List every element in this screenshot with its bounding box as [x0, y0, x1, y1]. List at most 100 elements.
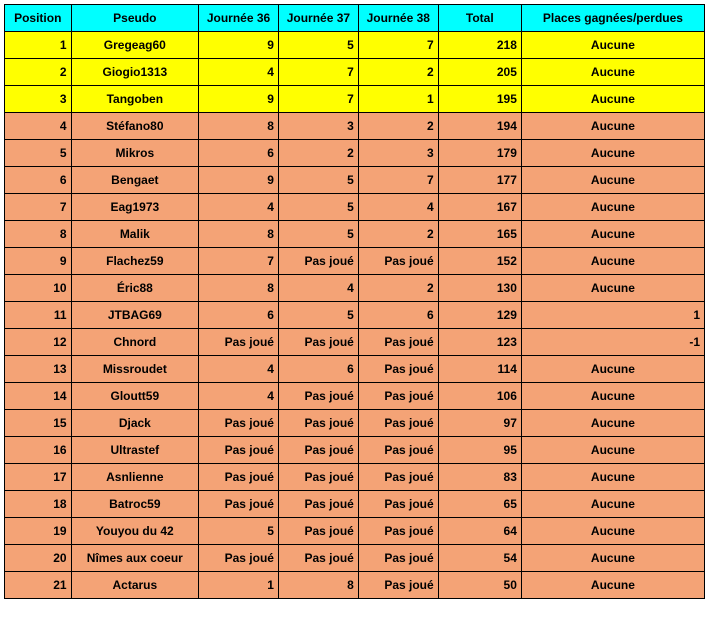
cell-total: 218 — [438, 32, 521, 59]
cell-j36: Pas joué — [199, 437, 279, 464]
cell-j36: 4 — [199, 356, 279, 383]
cell-j36: 1 — [199, 572, 279, 599]
cell-pseudo: Giogio1313 — [71, 59, 199, 86]
cell-j38: Pas joué — [358, 545, 438, 572]
cell-j37: 8 — [278, 572, 358, 599]
cell-j36: 4 — [199, 59, 279, 86]
header-j36: Journée 36 — [199, 5, 279, 32]
cell-places: Aucune — [521, 491, 704, 518]
cell-position: 17 — [5, 464, 72, 491]
cell-j38: Pas joué — [358, 572, 438, 599]
cell-j36: Pas joué — [199, 464, 279, 491]
cell-j38: Pas joué — [358, 248, 438, 275]
table-row: 10Éric88842130Aucune — [5, 275, 705, 302]
cell-places: Aucune — [521, 86, 704, 113]
cell-total: 123 — [438, 329, 521, 356]
cell-j37: Pas joué — [278, 464, 358, 491]
cell-total: 65 — [438, 491, 521, 518]
cell-position: 13 — [5, 356, 72, 383]
cell-j38: 2 — [358, 275, 438, 302]
cell-pseudo: Chnord — [71, 329, 199, 356]
table-row: 17AsnliennePas jouéPas jouéPas joué83Auc… — [5, 464, 705, 491]
cell-j38: 2 — [358, 59, 438, 86]
table-row: 9Flachez597Pas jouéPas joué152Aucune — [5, 248, 705, 275]
table-row: 5Mikros623179Aucune — [5, 140, 705, 167]
cell-j37: 6 — [278, 356, 358, 383]
cell-position: 4 — [5, 113, 72, 140]
cell-total: 167 — [438, 194, 521, 221]
cell-places: Aucune — [521, 275, 704, 302]
cell-total: 97 — [438, 410, 521, 437]
cell-places: Aucune — [521, 113, 704, 140]
cell-j38: 7 — [358, 32, 438, 59]
cell-total: 106 — [438, 383, 521, 410]
cell-j38: Pas joué — [358, 383, 438, 410]
cell-j36: 4 — [199, 194, 279, 221]
cell-position: 1 — [5, 32, 72, 59]
cell-places: Aucune — [521, 248, 704, 275]
cell-j37: Pas joué — [278, 383, 358, 410]
cell-pseudo: Youyou du 42 — [71, 518, 199, 545]
cell-position: 10 — [5, 275, 72, 302]
cell-total: 130 — [438, 275, 521, 302]
cell-j37: Pas joué — [278, 491, 358, 518]
cell-pseudo: Nîmes aux coeur — [71, 545, 199, 572]
cell-j37: 5 — [278, 32, 358, 59]
cell-pseudo: Bengaet — [71, 167, 199, 194]
cell-places: Aucune — [521, 140, 704, 167]
cell-total: 205 — [438, 59, 521, 86]
cell-j37: 5 — [278, 221, 358, 248]
cell-places: Aucune — [521, 32, 704, 59]
cell-position: 9 — [5, 248, 72, 275]
cell-position: 11 — [5, 302, 72, 329]
cell-j36: 8 — [199, 113, 279, 140]
table-row: 16UltrastefPas jouéPas jouéPas joué95Auc… — [5, 437, 705, 464]
cell-j37: Pas joué — [278, 437, 358, 464]
cell-total: 95 — [438, 437, 521, 464]
cell-total: 114 — [438, 356, 521, 383]
cell-j37: 7 — [278, 86, 358, 113]
table-row: 15DjackPas jouéPas jouéPas joué97Aucune — [5, 410, 705, 437]
table-row: 7Eag1973454167Aucune — [5, 194, 705, 221]
cell-total: 64 — [438, 518, 521, 545]
header-j38: Journée 38 — [358, 5, 438, 32]
table-row: 12ChnordPas jouéPas jouéPas joué123-1 — [5, 329, 705, 356]
cell-j36: 9 — [199, 167, 279, 194]
cell-position: 12 — [5, 329, 72, 356]
table-row: 18Batroc59Pas jouéPas jouéPas joué65Aucu… — [5, 491, 705, 518]
cell-places: 1 — [521, 302, 704, 329]
cell-pseudo: Asnlienne — [71, 464, 199, 491]
cell-j37: Pas joué — [278, 329, 358, 356]
header-position: Position — [5, 5, 72, 32]
cell-total: 129 — [438, 302, 521, 329]
cell-pseudo: Ultrastef — [71, 437, 199, 464]
cell-places: Aucune — [521, 59, 704, 86]
cell-pseudo: Missroudet — [71, 356, 199, 383]
cell-total: 83 — [438, 464, 521, 491]
cell-position: 18 — [5, 491, 72, 518]
cell-j38: Pas joué — [358, 410, 438, 437]
cell-j36: 6 — [199, 302, 279, 329]
cell-pseudo: Gloutt59 — [71, 383, 199, 410]
cell-position: 15 — [5, 410, 72, 437]
cell-total: 179 — [438, 140, 521, 167]
cell-position: 16 — [5, 437, 72, 464]
cell-j36: 9 — [199, 32, 279, 59]
header-j37: Journée 37 — [278, 5, 358, 32]
cell-position: 14 — [5, 383, 72, 410]
cell-j36: Pas joué — [199, 491, 279, 518]
table-row: 21Actarus18Pas joué50Aucune — [5, 572, 705, 599]
table-row: 3Tangoben971195Aucune — [5, 86, 705, 113]
cell-pseudo: Éric88 — [71, 275, 199, 302]
cell-j37: 5 — [278, 167, 358, 194]
cell-position: 21 — [5, 572, 72, 599]
cell-j36: 7 — [199, 248, 279, 275]
cell-places: Aucune — [521, 410, 704, 437]
cell-places: -1 — [521, 329, 704, 356]
cell-position: 5 — [5, 140, 72, 167]
cell-pseudo: Djack — [71, 410, 199, 437]
cell-j38: 2 — [358, 113, 438, 140]
cell-j37: Pas joué — [278, 518, 358, 545]
cell-total: 194 — [438, 113, 521, 140]
cell-j38: 1 — [358, 86, 438, 113]
